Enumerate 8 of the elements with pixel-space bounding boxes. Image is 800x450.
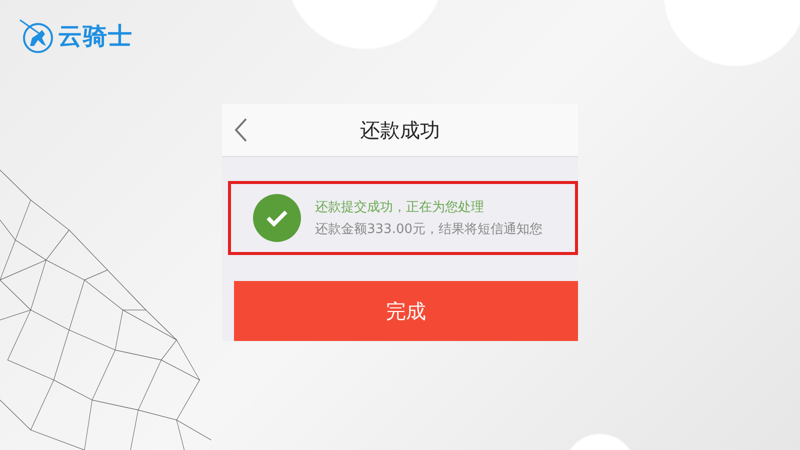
back-icon[interactable] bbox=[234, 118, 248, 142]
status-detail: 还款金额333.00元，结果将短信通知您 bbox=[315, 221, 542, 238]
check-icon bbox=[253, 194, 301, 242]
status-title: 还款提交成功，正在为您处理 bbox=[315, 199, 485, 216]
page-title: 还款成功 bbox=[360, 116, 440, 144]
done-button[interactable]: 完成 bbox=[234, 281, 578, 341]
knight-logo-icon bbox=[18, 18, 54, 54]
logo-text: 云骑士 bbox=[58, 21, 133, 52]
